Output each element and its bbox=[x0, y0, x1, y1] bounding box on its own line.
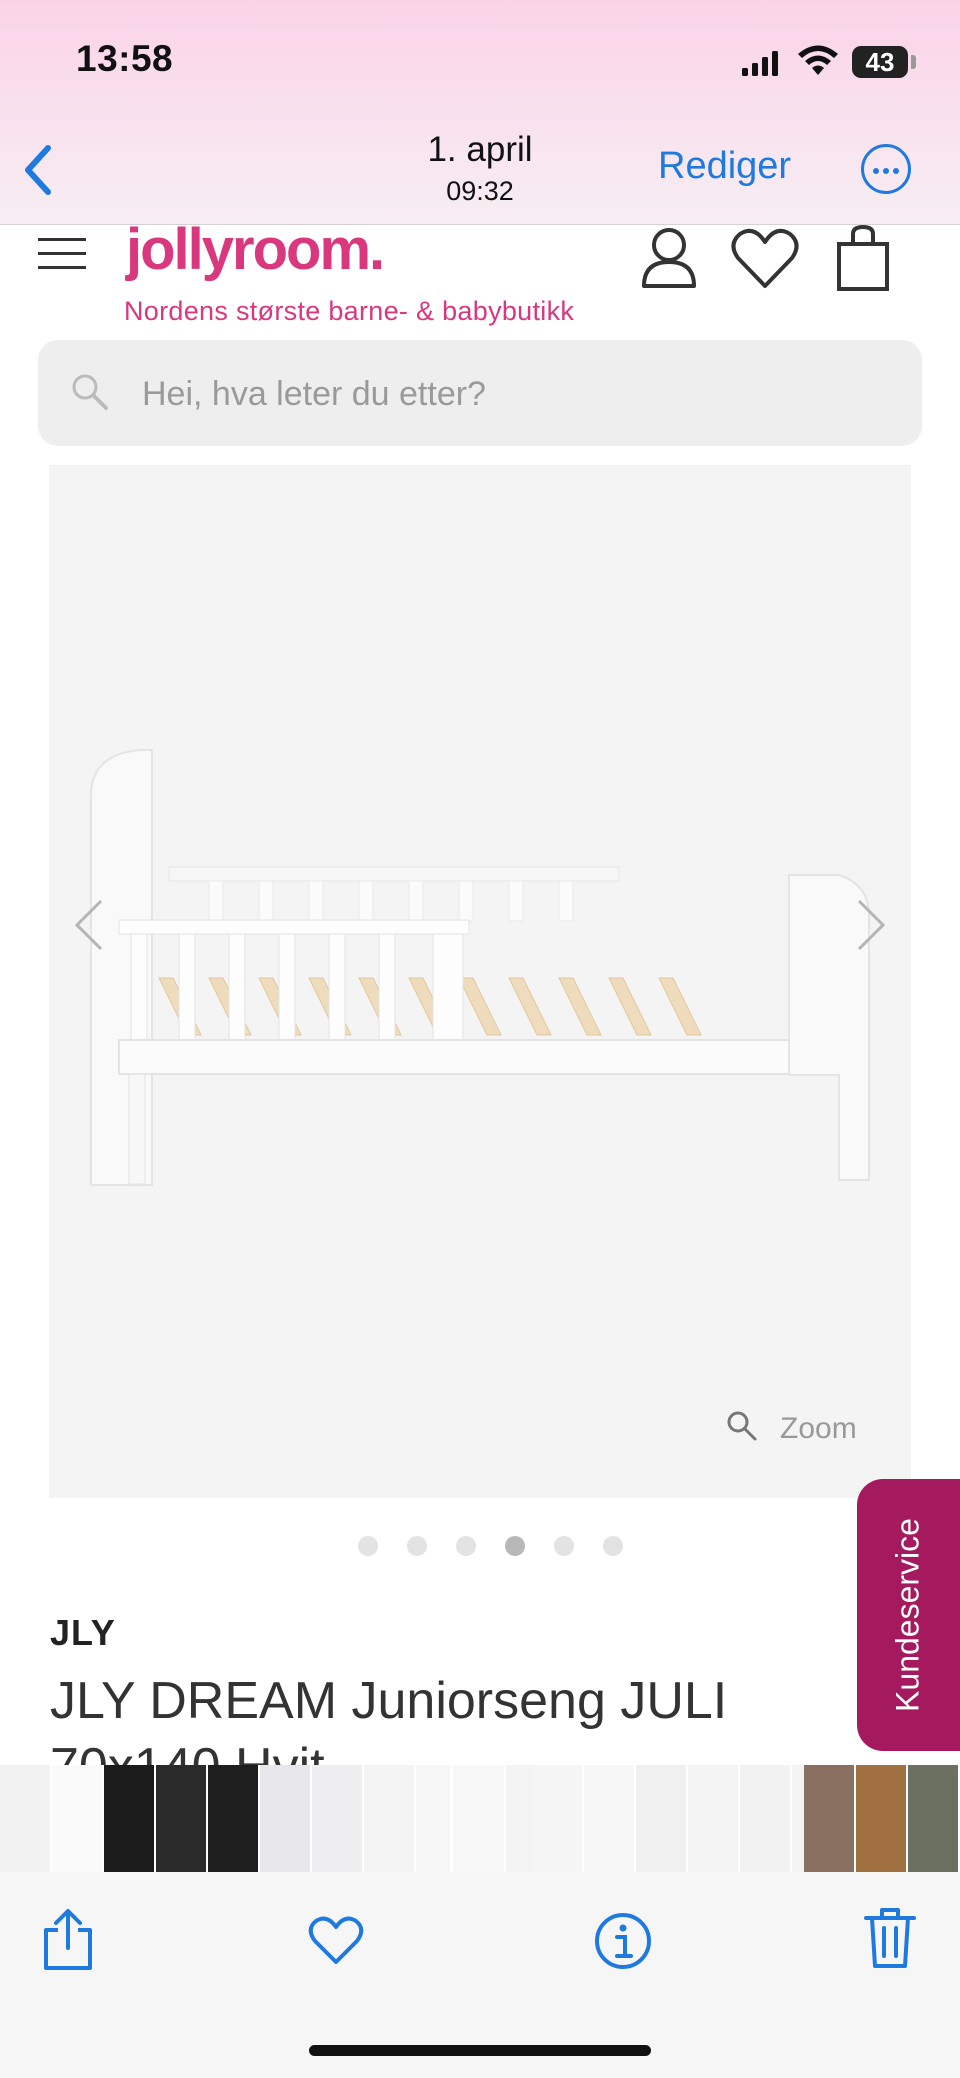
product-brand[interactable]: JLY bbox=[50, 1612, 116, 1654]
thumbnail[interactable] bbox=[688, 1765, 740, 1872]
thumbnail[interactable] bbox=[312, 1765, 364, 1872]
carousel-dot[interactable] bbox=[603, 1536, 623, 1556]
more-options-icon[interactable] bbox=[861, 144, 911, 194]
product-title: JLY DREAM Juniorseng JULI bbox=[50, 1672, 728, 1730]
back-chevron-icon[interactable] bbox=[18, 140, 62, 200]
thumbnail[interactable] bbox=[104, 1765, 156, 1872]
hamburger-menu-icon[interactable] bbox=[38, 238, 86, 270]
junior-bed-illustration bbox=[74, 749, 886, 1186]
zoom-label[interactable]: Zoom bbox=[780, 1412, 857, 1446]
thumbnail[interactable] bbox=[908, 1765, 960, 1872]
thumbnail[interactable] bbox=[52, 1765, 104, 1872]
account-icon[interactable] bbox=[640, 226, 698, 288]
thumbnail[interactable] bbox=[856, 1765, 908, 1872]
trash-icon[interactable] bbox=[864, 1906, 916, 1970]
thumbnail[interactable] bbox=[532, 1765, 584, 1872]
carousel-dot[interactable] bbox=[456, 1536, 476, 1556]
search-icon bbox=[72, 374, 108, 410]
cellular-signal-icon bbox=[742, 51, 778, 76]
edit-button[interactable]: Rediger bbox=[658, 145, 791, 188]
status-time: 13:58 bbox=[76, 38, 174, 79]
photo-date: 1. april bbox=[427, 130, 533, 169]
wishlist-heart-icon[interactable] bbox=[730, 228, 800, 290]
battery-indicator: 43 bbox=[852, 46, 908, 78]
thumbnail[interactable] bbox=[364, 1765, 416, 1872]
thumbnail[interactable] bbox=[208, 1765, 260, 1872]
thumbnail[interactable] bbox=[740, 1765, 792, 1872]
search-input[interactable] bbox=[142, 372, 862, 416]
battery-cap bbox=[911, 55, 916, 69]
site-tagline: Nordens største barne- & babybutikk bbox=[124, 296, 575, 326]
thumbnail[interactable] bbox=[584, 1765, 636, 1872]
carousel-dot-active[interactable] bbox=[505, 1536, 525, 1556]
thumbnail[interactable] bbox=[156, 1765, 208, 1872]
product-image[interactable] bbox=[49, 465, 911, 1498]
thumbnail[interactable] bbox=[260, 1765, 312, 1872]
thumbnail[interactable] bbox=[0, 1765, 52, 1872]
thumbnail[interactable] bbox=[636, 1765, 688, 1872]
thumbnail[interactable] bbox=[804, 1765, 856, 1872]
jollyroom-logo[interactable]: jollyroom. bbox=[126, 216, 385, 283]
zoom-icon[interactable] bbox=[726, 1410, 758, 1442]
home-indicator bbox=[309, 2045, 651, 2056]
photo-thumbnail-strip[interactable] bbox=[0, 1765, 960, 1872]
carousel-dot[interactable] bbox=[407, 1536, 427, 1556]
info-icon[interactable] bbox=[594, 1912, 652, 1970]
shopping-bag-icon[interactable] bbox=[836, 224, 890, 292]
favorite-heart-icon[interactable] bbox=[308, 1916, 364, 1966]
carousel-dot[interactable] bbox=[358, 1536, 378, 1556]
thumbnail-current[interactable] bbox=[450, 1765, 506, 1872]
carousel-dot[interactable] bbox=[554, 1536, 574, 1556]
photo-time: 09:32 bbox=[446, 176, 514, 206]
wifi-icon bbox=[798, 45, 838, 75]
share-icon[interactable] bbox=[42, 1908, 94, 1972]
